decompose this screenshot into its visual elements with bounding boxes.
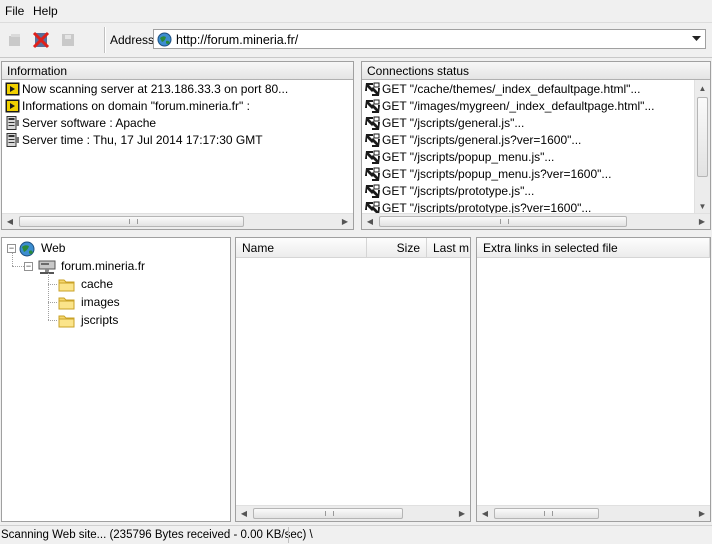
globe-icon: [19, 241, 35, 257]
save-disabled-icon: [62, 34, 74, 46]
connection-row-text: GET "/jscripts/prototype.js"...: [382, 184, 535, 198]
connection-row-text: GET "/jscripts/popup_menu.js?ver=1600"..…: [382, 167, 612, 181]
scroll-thumb[interactable]: [494, 508, 599, 519]
information-hscrollbar[interactable]: ◀ ▶: [2, 213, 353, 229]
column-header-name[interactable]: Name: [236, 238, 367, 258]
scroll-thumb[interactable]: [19, 216, 244, 227]
connection-row-text: GET "/jscripts/prototype.js?ver=1600"...: [382, 201, 592, 214]
scroll-right-arrow[interactable]: ▶: [454, 506, 470, 521]
status-text: Scanning Web site... (235796 Bytes recei…: [1, 529, 313, 541]
connection-arrows-icon: [365, 133, 380, 147]
info-row-text: Now scanning server at 213.186.33.3 on p…: [22, 82, 289, 96]
scan-disabled-icon: [9, 34, 20, 46]
address-value: http://forum.mineria.fr/: [176, 33, 299, 47]
scroll-up-arrow[interactable]: ▲: [695, 80, 710, 96]
scroll-right-arrow[interactable]: ▶: [694, 506, 710, 521]
scroll-right-arrow[interactable]: ▶: [694, 214, 710, 229]
menu-bar: File Help: [0, 0, 712, 23]
stop-scan-button[interactable]: [30, 29, 52, 51]
info-row-text: Server time : Thu, 17 Jul 2014 17:17:30 …: [22, 133, 263, 147]
scroll-down-arrow[interactable]: ▼: [695, 198, 710, 214]
connection-arrows-icon: [365, 99, 380, 113]
info-row-text: Informations on domain "forum.mineria.fr…: [22, 99, 250, 113]
tree-node-label: cache: [81, 277, 114, 291]
start-scan-button[interactable]: [4, 29, 26, 51]
scroll-thumb[interactable]: [379, 216, 627, 227]
scroll-thumb[interactable]: [697, 97, 708, 177]
connections-panel: Connections status GET "/cache/themes/_i…: [361, 61, 711, 230]
tree-node-label: jscripts: [81, 313, 119, 327]
server-info-icon: [5, 116, 20, 130]
information-panel: Information Now scanning server at 213.1…: [1, 61, 354, 230]
connections-hscrollbar[interactable]: ◀ ▶: [362, 213, 710, 229]
menu-file[interactable]: File: [5, 4, 24, 18]
globe-icon: [157, 32, 172, 47]
scroll-left-arrow[interactable]: ◀: [2, 214, 18, 229]
scroll-left-arrow[interactable]: ◀: [362, 214, 378, 229]
files-list-panel: Name Size Last m ◀ ▶: [235, 237, 471, 522]
stop-x-icon: [32, 31, 50, 49]
folder-icon: [58, 297, 75, 310]
connection-arrows-icon: [365, 116, 380, 130]
chevron-down-icon: [691, 36, 701, 41]
scroll-thumb[interactable]: [253, 508, 403, 519]
info-row-text: Server software : Apache: [22, 116, 157, 130]
play-icon: [5, 99, 20, 113]
extra-links-panel: Extra links in selected file ◀ ▶: [476, 237, 711, 522]
status-bar: Scanning Web site... (235796 Bytes recei…: [0, 525, 712, 544]
extra-links-header[interactable]: Extra links in selected file: [477, 238, 710, 258]
address-dropdown-button[interactable]: [688, 31, 704, 47]
connection-row-text: GET "/jscripts/general.js?ver=1600"...: [382, 133, 582, 147]
connection-row-text: GET "/cache/themes/_index_defaultpage.ht…: [382, 82, 641, 96]
site-tree-panel: − Web − forum.mineria.fr cache images jscr…: [1, 237, 231, 522]
connection-arrows-icon: [365, 167, 380, 181]
column-header-last-modified[interactable]: Last m: [427, 238, 470, 258]
tree-node-label: forum.mineria.fr: [61, 259, 146, 273]
scroll-right-arrow[interactable]: ▶: [337, 214, 353, 229]
extra-hscrollbar[interactable]: ◀ ▶: [477, 505, 710, 521]
files-hscrollbar[interactable]: ◀ ▶: [236, 505, 470, 521]
folder-icon: [58, 279, 75, 292]
address-label: Address: [110, 33, 155, 47]
connection-arrows-icon: [365, 184, 380, 198]
column-header-size[interactable]: Size: [367, 238, 427, 258]
play-icon: [5, 82, 20, 96]
connection-row-text: GET "/jscripts/popup_menu.js"...: [382, 150, 555, 164]
server-icon: [38, 260, 56, 274]
tree-collapse-toggle[interactable]: −: [24, 262, 33, 271]
connections-vscrollbar[interactable]: ▲ ▼: [694, 80, 710, 214]
server-info-icon: [5, 133, 20, 147]
connection-arrows-icon: [365, 150, 380, 164]
connection-arrows-icon: [365, 82, 380, 96]
connection-row-text: GET "/jscripts/general.js"...: [382, 116, 525, 130]
toolbar-separator: [104, 27, 105, 53]
connection-row-text: GET "/images/mygreen/_index_defaultpage.…: [382, 99, 655, 113]
save-button[interactable]: [57, 29, 79, 51]
address-input[interactable]: http://forum.mineria.fr/: [153, 29, 706, 49]
scroll-left-arrow[interactable]: ◀: [477, 506, 493, 521]
menu-help[interactable]: Help: [33, 4, 58, 18]
tree-node-label: images: [81, 295, 120, 309]
tree-node-label: Web: [41, 241, 66, 255]
connections-header: Connections status: [362, 62, 710, 80]
tree-collapse-toggle[interactable]: −: [7, 244, 16, 253]
information-header: Information: [2, 62, 353, 80]
folder-icon: [58, 315, 75, 328]
scroll-left-arrow[interactable]: ◀: [236, 506, 252, 521]
